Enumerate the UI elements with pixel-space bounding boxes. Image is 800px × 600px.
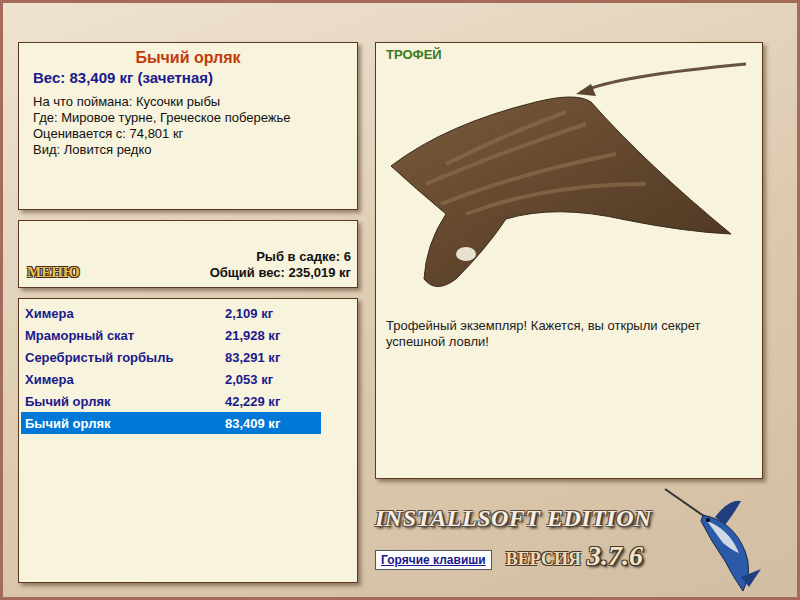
catch-name: Бычий орляк xyxy=(21,416,225,431)
fish-detail: На что поймана: Кусочки рыбы xyxy=(33,94,347,110)
catch-name: Химера xyxy=(21,306,225,321)
version-row: Горячие клавиши ВЕРСИЯ 3.7.6 xyxy=(375,540,663,572)
catch-row[interactable]: Химера2,109 кг xyxy=(21,302,321,324)
right-column: ТРОФЕЙ Трофейный экземпляр! Кажется, вы о… xyxy=(375,42,763,597)
fish-info-panel: Бычий орляк Вес: 83,409 кг (зачетная) На ч… xyxy=(18,42,358,210)
edition-logo: INSTALLSOFT EDITION xyxy=(375,505,663,532)
stingray-photo-icon xyxy=(386,54,756,304)
catch-row[interactable]: Химера2,053 кг xyxy=(21,368,321,390)
fish-detail: Вид: Ловится редко xyxy=(33,142,347,158)
keepnet-summary: Рыб в садке: 6Общий вес: 235,019 кг xyxy=(210,249,351,281)
hotkeys-button[interactable]: Горячие клавиши xyxy=(375,550,492,570)
catch-weight: 83,409 кг xyxy=(225,416,280,431)
catch-name: Химера xyxy=(21,372,225,387)
fish-weight: Вес: 83,409 кг (зачетная) xyxy=(33,69,347,86)
stingray-photo-icon-wrap xyxy=(386,54,752,304)
version-label: ВЕРСИЯ xyxy=(506,549,581,569)
catch-row[interactable]: Бычий орляк42,229 кг xyxy=(21,390,321,412)
catch-weight: 21,928 кг xyxy=(225,328,280,343)
catch-weight: 2,109 кг xyxy=(225,306,273,321)
trophy-message: Трофейный экземпляр! Кажется, вы открыли… xyxy=(386,318,736,350)
keepnet-panel: МЕНЮ Рыб в садке: 6Общий вес: 235,019 кг xyxy=(18,220,358,288)
catch-row[interactable]: Бычий орляк83,409 кг xyxy=(21,412,321,434)
version-number: 3.7.6 xyxy=(587,540,643,571)
left-column: Бычий орляк Вес: 83,409 кг (зачетная) На ч… xyxy=(18,42,358,597)
marlin-icon xyxy=(663,481,763,593)
fish-title: Бычий орляк xyxy=(29,49,347,67)
catch-weight: 2,053 кг xyxy=(225,372,273,387)
footer-main: INSTALLSOFT EDITION Горячие клавиши ВЕРСИЯ… xyxy=(375,479,663,597)
version-block: ВЕРСИЯ 3.7.6 xyxy=(506,540,643,572)
menu-button[interactable]: МЕНЮ xyxy=(27,264,80,281)
catch-weight: 83,291 кг xyxy=(225,350,280,365)
keepnet-count: Рыб в садке: 6 xyxy=(210,249,351,265)
footer: INSTALLSOFT EDITION Горячие клавиши ВЕРСИЯ… xyxy=(375,479,763,597)
marlin-icon-wrap xyxy=(663,481,763,597)
trophy-label: ТРОФЕЙ xyxy=(386,47,752,62)
trophy-panel: ТРОФЕЙ Трофейный экземпляр! Кажется, вы о… xyxy=(375,42,763,479)
catch-name: Мраморный скат xyxy=(21,328,225,343)
catch-row[interactable]: Серебристый горбыль83,291 кг xyxy=(21,346,321,368)
catch-name: Серебристый горбыль xyxy=(21,350,225,365)
fish-detail: Оценивается с: 74,801 кг xyxy=(33,126,347,142)
catch-weight: 42,229 кг xyxy=(225,394,280,409)
catch-row[interactable]: Мраморный скат21,928 кг xyxy=(21,324,321,346)
keepnet-total: Общий вес: 235,019 кг xyxy=(210,265,351,281)
catch-name: Бычий орляк xyxy=(21,394,225,409)
fish-detail: Где: Мировое турне, Греческое побережье xyxy=(33,110,347,126)
catch-list: Химера2,109 кгМраморный скат21,928 кгСер… xyxy=(18,298,358,583)
